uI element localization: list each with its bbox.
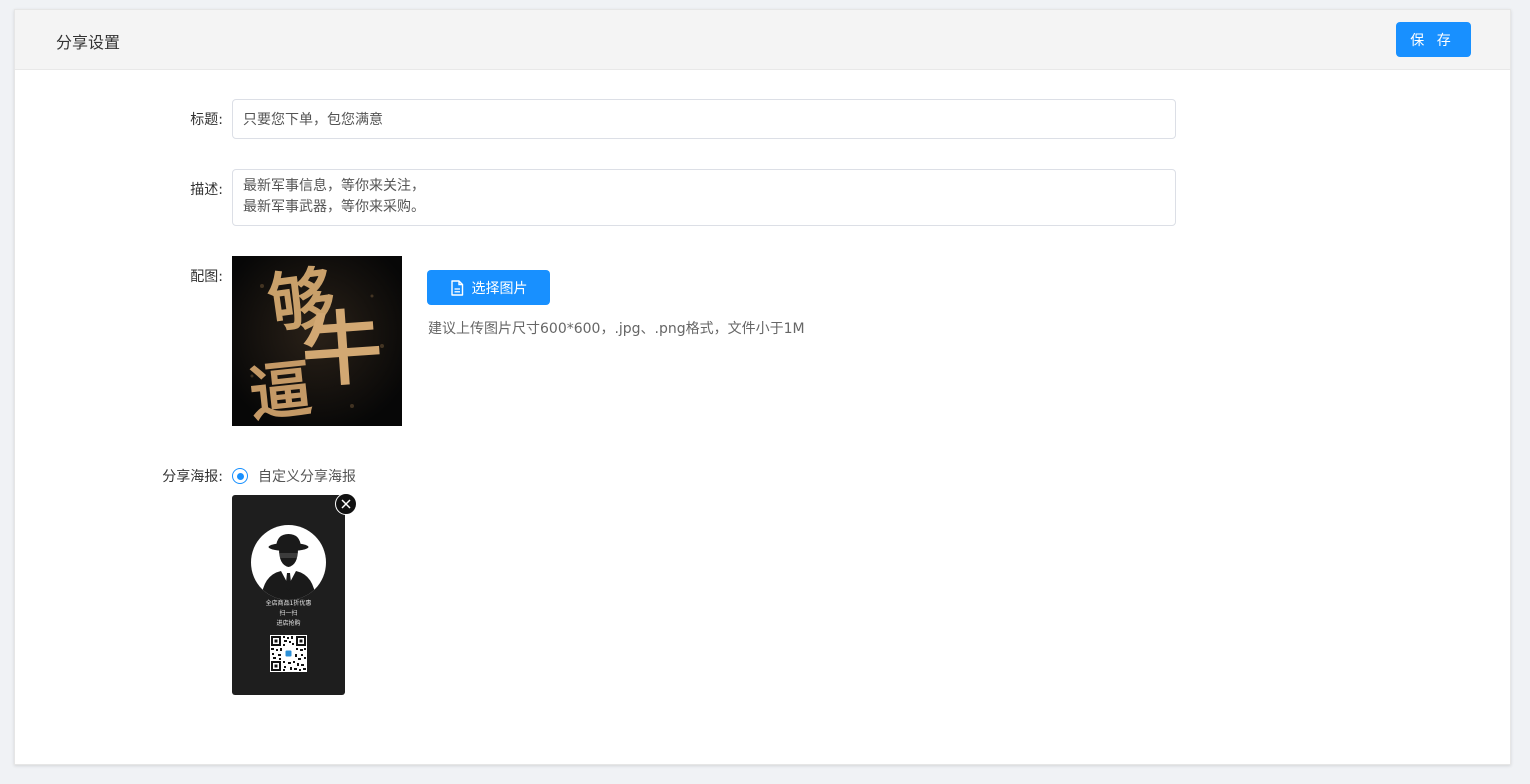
custom-poster-label: 自定义分享海报 bbox=[258, 469, 356, 485]
page-title: 分享设置 bbox=[56, 33, 121, 52]
save-button[interactable]: 保 存 bbox=[1396, 22, 1471, 57]
cover-calligraphy: 够 牛 逼 bbox=[232, 256, 402, 426]
choose-image-button[interactable]: 选择图片 bbox=[427, 270, 550, 305]
cover-char-2: 牛 bbox=[299, 300, 385, 399]
description-textarea[interactable]: 最新军事信息，等你来关注， 最新军事武器，等你来采购。 bbox=[232, 169, 1176, 226]
avatar bbox=[251, 525, 326, 600]
agent-avatar-icon bbox=[261, 534, 316, 600]
radio-dot bbox=[236, 472, 244, 480]
radio-circle[interactable] bbox=[232, 468, 248, 484]
poster-preview: 全店商品1折优惠 扫一扫 进店抢购 bbox=[232, 493, 357, 695]
image-label: 配图: bbox=[190, 269, 223, 285]
cover-image: 够 牛 逼 bbox=[232, 256, 402, 426]
poster-buy-text: 进店抢购 bbox=[276, 620, 301, 627]
title-input[interactable] bbox=[232, 99, 1176, 139]
poster-scan-text: 扫一扫 bbox=[279, 610, 298, 617]
cover-char-3: 逼 bbox=[246, 352, 315, 426]
file-icon bbox=[450, 279, 463, 296]
choose-image-label: 选择图片 bbox=[471, 280, 528, 297]
description-label: 描述: bbox=[190, 182, 223, 198]
close-icon[interactable] bbox=[335, 493, 357, 515]
poster-promo-text: 全店商品1折优惠 bbox=[265, 600, 312, 607]
panel-header: 分享设置 保 存 bbox=[15, 10, 1510, 70]
title-label: 标题: bbox=[190, 112, 223, 128]
poster-label: 分享海报: bbox=[162, 469, 223, 485]
share-settings-panel: 分享设置 保 存 标题: 描述: 最新军事信息，等你来关注， 最新军事武器，等你… bbox=[14, 9, 1511, 765]
qr-code-icon bbox=[270, 635, 307, 672]
custom-poster-radio[interactable]: 自定义分享海报 bbox=[232, 466, 356, 486]
image-hint: 建议上传图片尺寸600*600，.jpg、.png格式，文件小于1M bbox=[428, 321, 805, 337]
